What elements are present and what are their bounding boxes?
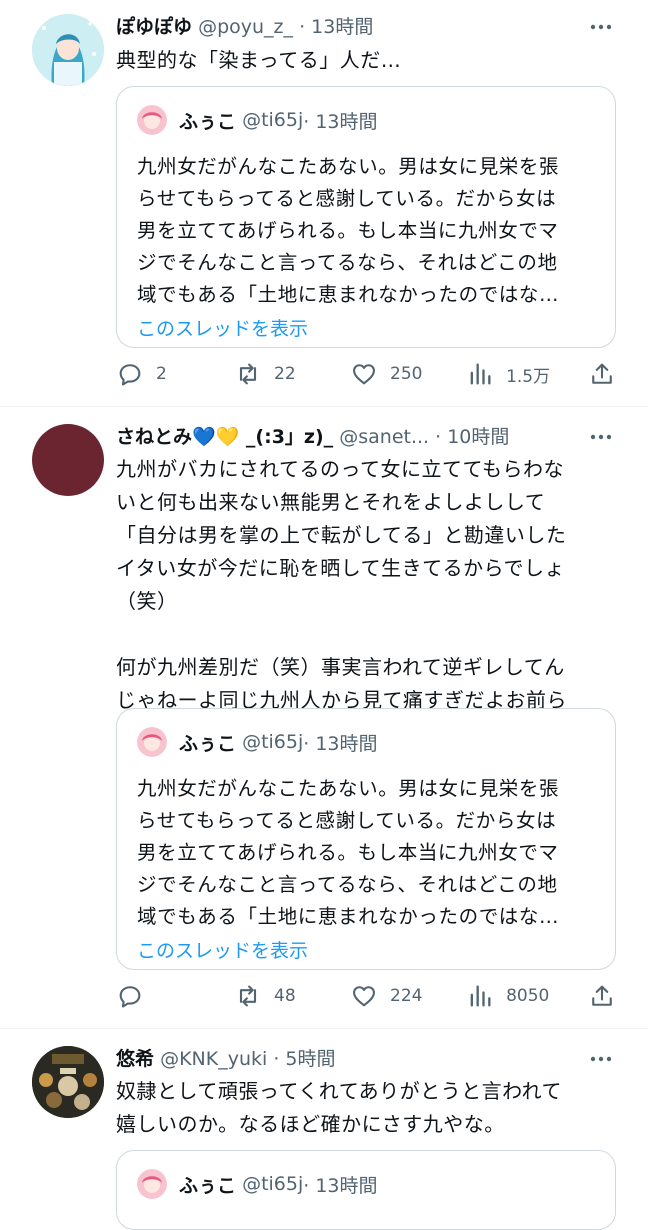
display-name[interactable]: さねとみ💙💛 _(:3」z)_	[116, 426, 333, 448]
share-button[interactable]	[588, 982, 616, 1010]
retweet-count: 22	[274, 364, 296, 384]
tweet-text: 奴隷として頑張ってくれてありがとうと言われて 嬉しいのか。なるほど確かにさす九や…	[116, 1075, 616, 1141]
handle[interactable]: @KNK_yuki	[160, 1048, 267, 1070]
timestamp[interactable]: · 10時間	[435, 426, 509, 448]
quote-line: らせてもらってると感謝している。だから女は	[137, 809, 557, 832]
quote-line: ジでそんなこと言ってるなら、それはどこの地	[137, 251, 558, 274]
quote-timestamp: · 13時間	[303, 732, 378, 755]
quote-timestamp: · 13時間	[303, 1174, 378, 1197]
quote-line: 九州女だがんなこたあない。男は女に見栄を張	[137, 777, 560, 800]
tweet-line	[116, 618, 616, 651]
quote-tweet[interactable]: ふぅこ @ti65j · 13時間 九州女だがんなこたあない。男は女に見栄を張 …	[116, 708, 616, 970]
quote-display-name: ふぅこ	[179, 110, 237, 133]
retweet-button[interactable]: 48	[234, 982, 350, 1010]
handle[interactable]: @poyu_z_	[198, 16, 293, 38]
like-count: 250	[390, 364, 423, 384]
tweet-line: （笑）	[116, 589, 178, 613]
tweet-line: いと何も出来ない無能男とそれをよしよしして	[116, 490, 546, 514]
quote-text: 九州女だがんなこたあない。男は女に見栄を張 らせてもらってると感謝している。だか…	[137, 773, 595, 933]
quote-text: 九州女だがんなこたあない。男は女に見栄を張 らせてもらってると感謝している。だか…	[137, 151, 595, 311]
quote-avatar-icon	[137, 727, 167, 757]
share-icon	[592, 985, 612, 1006]
avatar[interactable]	[32, 1046, 104, 1118]
like-count: 224	[390, 986, 423, 1006]
quote-handle: @ti65j	[242, 731, 304, 753]
quote-line: 九州女だがんなこたあない。男は女に見栄を張	[137, 155, 560, 178]
reply-icon	[119, 364, 141, 386]
quote-tweet[interactable]: ふぅこ @ti65j · 13時間	[116, 1150, 616, 1230]
more-options-icon[interactable]	[586, 422, 616, 452]
views-button[interactable]: 1.5万	[466, 360, 588, 388]
reply-button[interactable]	[116, 982, 234, 1010]
views-count: 1.5万	[506, 366, 551, 387]
retweet-count: 48	[274, 986, 296, 1006]
share-icon	[592, 363, 612, 384]
reply-icon	[119, 986, 141, 1008]
show-thread-link[interactable]: このスレッドを表示	[137, 313, 595, 345]
quote-display-name: ふぅこ	[179, 732, 237, 755]
quote-line: 男を立ててあげられる。もし本当に九州女でマ	[137, 841, 559, 864]
heart-icon	[353, 986, 375, 1007]
tweet-text: 九州がバカにされてるのって女に立ててもらわな いと何も出来ない無能男とそれをよし…	[116, 453, 616, 717]
quote-tweet[interactable]: ふぅこ @ti65j · 13時間 九州女だがんなこたあない。男は女に見栄を張 …	[116, 86, 616, 348]
divider	[0, 1028, 648, 1029]
quote-handle: @ti65j	[242, 1173, 304, 1195]
quote-timestamp: · 13時間	[303, 110, 378, 133]
analytics-icon	[470, 363, 491, 385]
show-thread-link[interactable]: このスレッドを表示	[137, 935, 595, 967]
reply-button[interactable]: 2	[116, 360, 234, 388]
food-photo-avatar-icon	[32, 1046, 104, 1118]
tweet-line: 何が九州差別だ（笑）事実言われて逆ギレしてん	[116, 655, 565, 679]
like-button[interactable]: 224	[350, 982, 466, 1010]
quote-line: 域でもある「土地に恵まれなかったのではな…	[137, 905, 560, 928]
tweet-text: 典型的な「染まってる」人だ…	[116, 48, 402, 72]
quote-display-name: ふぅこ	[179, 1174, 237, 1197]
tweet-line: 「自分は男を掌の上で転がしてる」と勘違いした	[116, 523, 567, 547]
quote-avatar-icon	[137, 1169, 167, 1199]
retweet-button[interactable]: 22	[234, 360, 350, 388]
heart-icon	[353, 364, 375, 385]
quote-handle: @ti65j	[242, 109, 304, 131]
tweet-line: 奴隷として頑張ってくれてありがとうと言われて	[116, 1079, 562, 1103]
handle[interactable]: @sanet...	[339, 426, 429, 448]
display-name[interactable]: ぽゆぽゆ	[116, 16, 192, 38]
timestamp[interactable]: · 13時間	[299, 16, 373, 38]
quote-line: ジでそんなこと言ってるなら、それはどこの地	[137, 873, 558, 896]
quote-avatar-icon	[137, 105, 167, 135]
tweet-line: イタい女が今だに恥を晒して生きてるからでしょ	[116, 556, 565, 580]
display-name[interactable]: 悠希	[116, 1048, 154, 1070]
retweet-icon	[239, 985, 257, 1007]
views-count: 8050	[506, 986, 550, 1006]
divider	[0, 406, 648, 407]
quote-line: 男を立ててあげられる。もし本当に九州女でマ	[137, 219, 559, 242]
reply-count: 2	[156, 364, 167, 384]
tweet-line: 嬉しいのか。なるほど確かにさす九やな。	[116, 1112, 505, 1136]
tweet-line: 九州がバカにされてるのって女に立ててもらわな	[116, 457, 564, 481]
more-options-icon[interactable]	[586, 1044, 616, 1074]
retweet-icon	[239, 363, 257, 385]
like-button[interactable]: 250	[350, 360, 466, 388]
quote-line: らせてもらってると感謝している。だから女は	[137, 187, 557, 210]
timestamp[interactable]: · 5時間	[273, 1048, 335, 1070]
share-button[interactable]	[588, 360, 616, 388]
analytics-icon	[470, 985, 491, 1007]
avatar[interactable]	[32, 424, 104, 496]
anime-girl-avatar-icon	[32, 14, 104, 86]
avatar[interactable]	[32, 14, 104, 86]
quote-line: 域でもある「土地に恵まれなかったのではな…	[137, 283, 560, 306]
views-button[interactable]: 8050	[466, 982, 588, 1010]
more-options-icon[interactable]	[586, 12, 616, 42]
